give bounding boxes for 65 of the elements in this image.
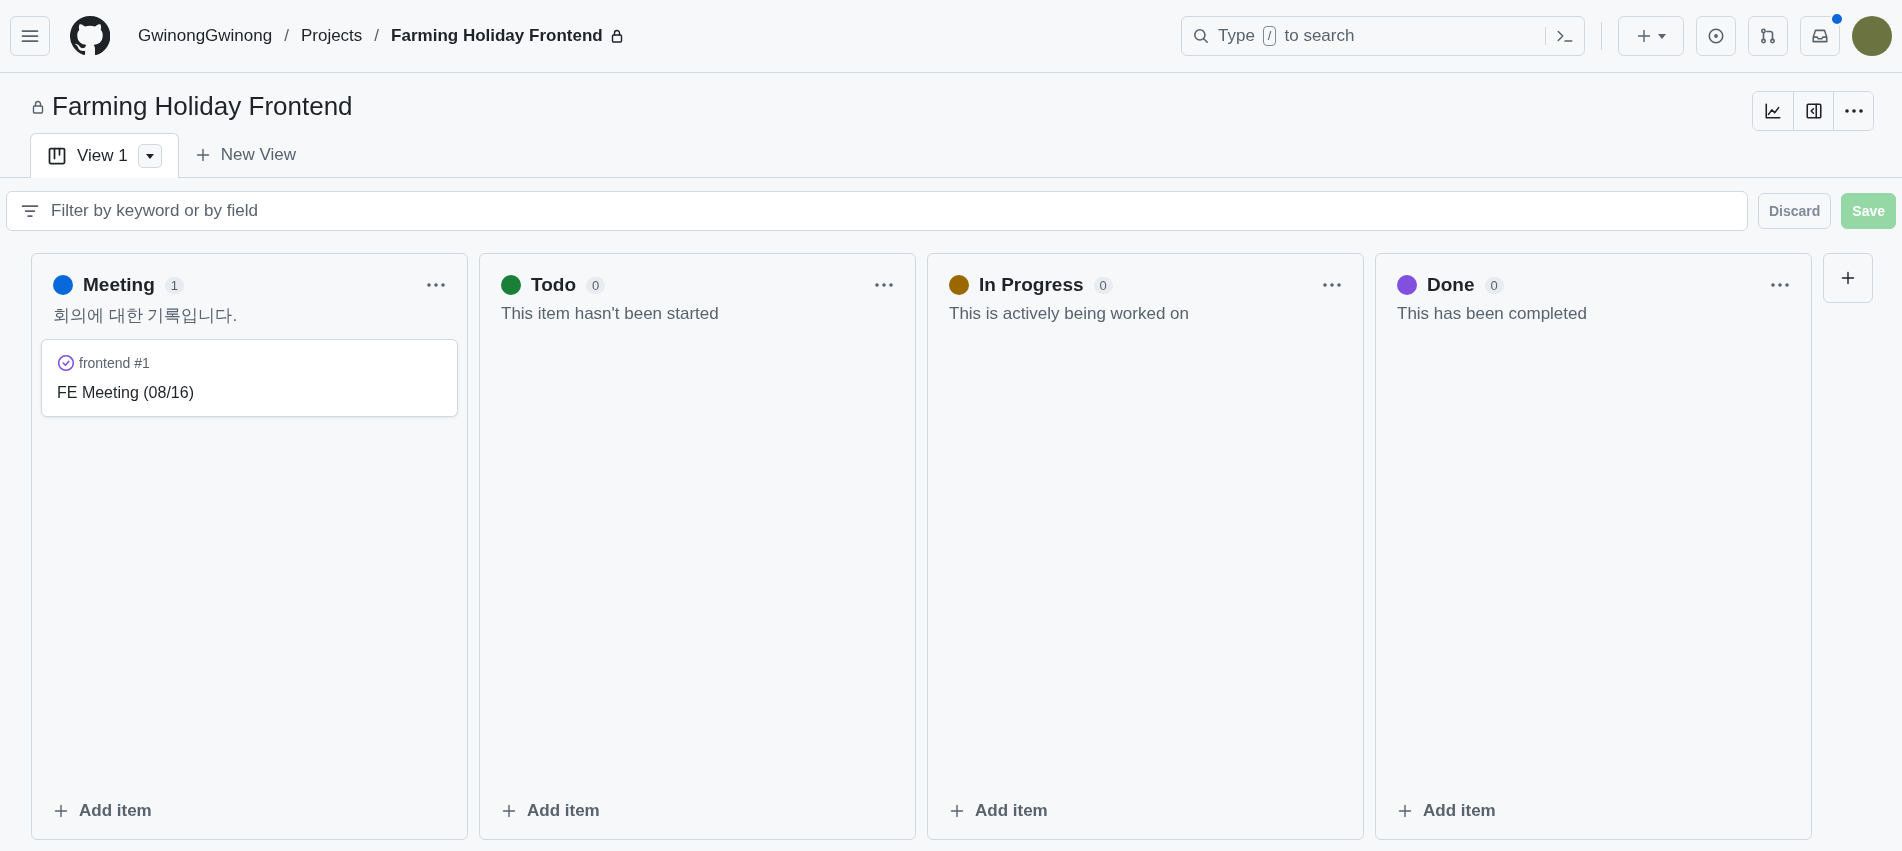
breadcrumb-separator: / [374,26,380,46]
project-title: Farming Holiday Frontend [52,91,353,122]
menu-button[interactable] [10,16,50,56]
pull-request-icon [1759,27,1777,45]
issue-reference: frontend #1 [79,355,150,371]
more-icon [1770,282,1790,288]
more-icon [1843,108,1864,114]
caret-icon [145,153,154,159]
column-menu-button[interactable] [1770,282,1790,288]
breadcrumb-link[interactable]: Projects [300,26,363,46]
check-circle-icon [57,354,75,372]
search-icon [1192,27,1210,45]
plus-icon [949,803,965,819]
item-count: 0 [586,276,606,294]
more-icon [874,282,894,288]
breadcrumb-link[interactable]: GwinongGwinong [138,26,273,46]
issue-card[interactable]: frontend #1 FE Meeting (08/16) [41,339,458,417]
item-count: 0 [1484,276,1504,294]
caret-icon [1658,33,1666,39]
add-item-button[interactable]: Add item [1385,795,1802,839]
issue-title[interactable]: FE Meeting (08/16) [57,384,442,402]
discard-button[interactable]: Discard [1757,193,1832,229]
add-item-button[interactable]: Add item [41,795,458,839]
column-title: Done [1427,274,1475,296]
item-count: 0 [1093,276,1113,294]
more-options-button[interactable] [1833,92,1873,130]
issues-button[interactable] [1696,16,1736,56]
board-icon [47,146,67,166]
column-description: This is actively being worked on [948,303,1190,324]
column-description: This has been completed [1396,303,1588,324]
lock-icon [30,98,46,115]
plus-icon [194,147,211,163]
column-title: Todo [531,274,576,296]
plus-icon [53,803,69,819]
add-item-button[interactable]: Add item [937,795,1354,839]
breadcrumb-link[interactable]: Farming Holiday Frontend [391,26,603,46]
column-title: Meeting [83,274,155,296]
column-menu-button[interactable] [874,282,894,288]
plus-icon [1840,270,1856,286]
view-tab[interactable]: View 1 [30,133,179,178]
breadcrumb-separator: / [284,26,289,46]
column-description: 회의에 대한 기록입니다. [52,305,239,327]
line-chart-icon [1764,102,1782,120]
filter-field[interactable]: Filter by keyword or by field [6,191,1748,231]
avatar-photo-placeholder[interactable] [1852,16,1892,56]
cat-logo-icon[interactable] [70,16,110,56]
circle-dot-icon [1707,27,1725,45]
create-button[interactable] [1618,16,1684,56]
plus-icon [1636,28,1652,44]
new-view-button[interactable]: New View [178,133,312,177]
inbox-button[interactable] [1800,16,1840,56]
column-description: This item hasn't been started [500,303,720,324]
column-title: In Progress [979,274,1084,296]
add-item-button[interactable]: Add item [489,795,906,839]
plus-icon [1397,803,1413,819]
plus-icon [501,803,517,819]
more-icon [426,282,446,288]
panel-icon [1804,102,1823,120]
column-menu-button[interactable] [1322,282,1342,288]
column-menu-button[interactable] [426,282,446,288]
more-icon [1322,282,1342,288]
pull-requests-button[interactable] [1748,16,1788,56]
search-field[interactable]: Type / to search [1181,16,1585,56]
item-count: 1 [164,276,184,294]
inbox-icon [1811,27,1829,45]
